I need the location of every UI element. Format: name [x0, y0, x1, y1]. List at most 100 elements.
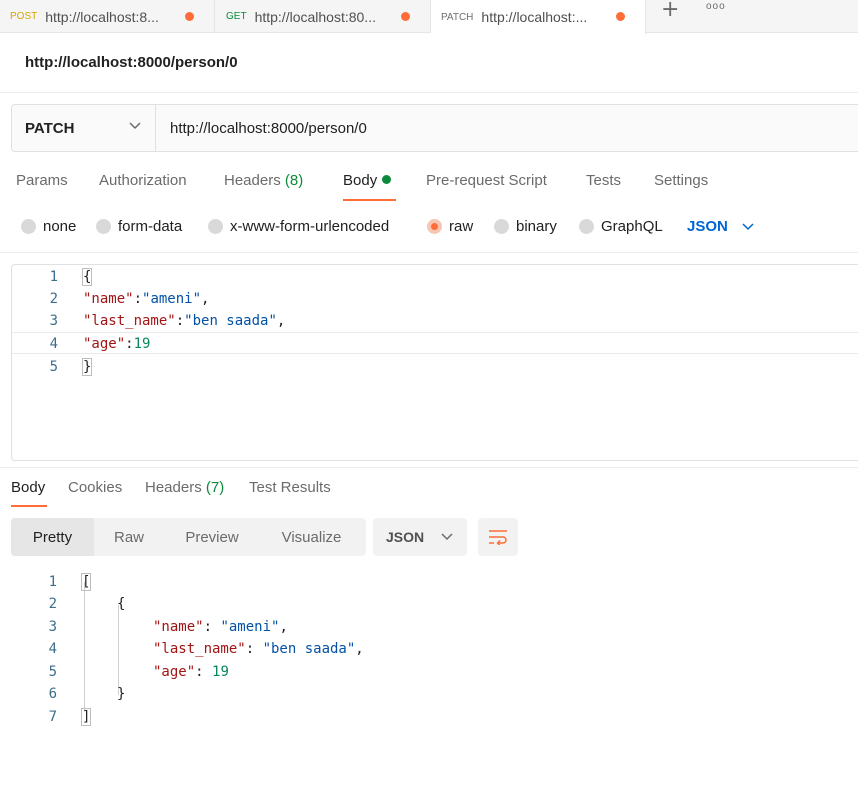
radio-circle-icon: [494, 219, 509, 234]
code-line: 1 {: [12, 266, 858, 288]
code-line: 2 {: [11, 593, 858, 615]
comma: ,: [276, 313, 286, 329]
line-number: 4: [48, 641, 57, 657]
code-text: "age": 19: [153, 661, 229, 683]
body-type-options: none form-data x-www-form-urlencoded raw…: [0, 218, 858, 240]
response-headers-count: (7): [205, 479, 225, 496]
divider: [0, 467, 858, 468]
request-tab-post[interactable]: POST http://localhost:8...: [0, 0, 215, 33]
response-body-viewer[interactable]: 1 [ 2 { 3 "name": "ameni", 4 "last_name"…: [11, 570, 858, 740]
tab-params[interactable]: Params: [16, 172, 68, 189]
request-body-editor[interactable]: 1 { 2 "name":"ameni", 3 "last_name":"ben…: [11, 264, 858, 461]
radio-label: GraphQL: [601, 218, 663, 235]
code-line: 7 ]: [11, 706, 858, 728]
json-key: "age": [83, 336, 126, 352]
comma: ,: [355, 641, 364, 657]
radio-circle-icon: [579, 219, 594, 234]
format-label: JSON: [386, 529, 425, 545]
brace: }: [81, 358, 93, 376]
json-string: "ben saada": [262, 641, 356, 657]
view-preview-button[interactable]: Preview: [164, 518, 260, 556]
code-line: 1 [: [11, 571, 858, 593]
tab-method-patch: PATCH: [441, 11, 474, 23]
unsaved-dot-icon: [616, 12, 625, 21]
code-text: }: [81, 356, 93, 378]
tab-url: http://localhost:8...: [45, 8, 159, 25]
response-tab-body[interactable]: Body: [11, 479, 45, 496]
method-label: PATCH: [25, 119, 75, 137]
line-number: 3: [49, 313, 58, 329]
tab-body-label: Body: [343, 172, 378, 189]
code-text: "last_name": "ben saada",: [153, 638, 364, 660]
comma: ,: [201, 291, 210, 307]
code-text: [: [80, 571, 92, 593]
colon: :: [175, 313, 185, 329]
active-tab-underline: [343, 199, 396, 201]
headers-count: (8): [284, 172, 304, 189]
code-text: "name": "ameni",: [153, 616, 288, 638]
code-line: 3 "last_name":"ben saada",: [12, 310, 858, 332]
view-pretty-button[interactable]: Pretty: [11, 518, 94, 556]
view-raw-button[interactable]: Raw: [94, 518, 164, 556]
more-tabs-icon[interactable]: ooo: [706, 1, 726, 12]
tab-pre-request-script[interactable]: Pre-request Script: [426, 172, 547, 189]
chevron-down-icon: [129, 122, 141, 130]
radio-urlencoded[interactable]: x-www-form-urlencoded: [208, 218, 389, 235]
code-text: "last_name":"ben saada",: [83, 310, 285, 332]
json-string: "ben saada": [184, 313, 277, 329]
response-tab-test-results[interactable]: Test Results: [249, 479, 331, 496]
body-indicator-dot-icon: [382, 175, 392, 184]
line-number: 2: [49, 291, 58, 307]
divider: [0, 252, 858, 253]
url-input[interactable]: [156, 105, 858, 151]
tab-body[interactable]: Body: [343, 172, 392, 189]
tab-headers[interactable]: Headers (8): [224, 172, 303, 189]
code-text: "age":19: [83, 333, 150, 355]
method-dropdown[interactable]: PATCH: [12, 105, 156, 151]
request-title[interactable]: http://localhost:8000/person/0: [25, 54, 238, 71]
line-number: 6: [48, 686, 57, 702]
code-text: ]: [80, 706, 92, 728]
json-number: 19: [133, 336, 151, 352]
code-text: {: [117, 596, 126, 612]
json-key: "age": [153, 664, 196, 680]
request-tab-get[interactable]: GET http://localhost:80...: [215, 0, 431, 33]
response-tab-cookies[interactable]: Cookies: [68, 479, 122, 496]
colon: :: [245, 641, 263, 657]
radio-binary[interactable]: binary: [494, 218, 557, 235]
line-number: 4: [49, 336, 58, 352]
tab-url: http://localhost:...: [481, 9, 588, 25]
language-dropdown[interactable]: JSON: [687, 218, 754, 235]
url-bar: PATCH: [11, 104, 858, 152]
bracket: ]: [80, 708, 92, 726]
code-line: 5 }: [12, 356, 858, 378]
tab-url: http://localhost:80...: [254, 8, 376, 25]
radio-graphql[interactable]: GraphQL: [579, 218, 663, 235]
radio-form-data[interactable]: form-data: [96, 218, 182, 235]
bracket: [: [80, 573, 92, 591]
json-key: "last_name": [153, 641, 246, 657]
json-key: "name": [83, 291, 134, 307]
line-number: 5: [48, 664, 57, 680]
new-tab-icon[interactable]: +: [661, 0, 679, 22]
tab-tests[interactable]: Tests: [586, 172, 621, 189]
view-visualize-button[interactable]: Visualize: [260, 518, 363, 556]
language-label: JSON: [687, 218, 728, 235]
response-tab-headers[interactable]: Headers (7): [145, 479, 224, 496]
colon: :: [195, 664, 213, 680]
tab-headers-label: Headers: [224, 172, 281, 189]
radio-raw[interactable]: raw: [427, 218, 473, 235]
colon: :: [203, 619, 221, 635]
radio-label: form-data: [118, 218, 183, 235]
wrap-lines-button[interactable]: [478, 518, 518, 556]
request-tab-patch[interactable]: PATCH http://localhost:...: [431, 0, 646, 34]
radio-label: x-www-form-urlencoded: [230, 218, 390, 235]
radio-none[interactable]: none: [21, 218, 76, 235]
tab-settings[interactable]: Settings: [654, 172, 708, 189]
colon: :: [133, 291, 143, 307]
active-tab-underline: [11, 505, 47, 507]
tab-authorization[interactable]: Authorization: [99, 172, 187, 189]
radio-circle-icon: [96, 219, 111, 234]
response-format-dropdown[interactable]: JSON: [373, 518, 467, 556]
brace: {: [81, 268, 93, 286]
